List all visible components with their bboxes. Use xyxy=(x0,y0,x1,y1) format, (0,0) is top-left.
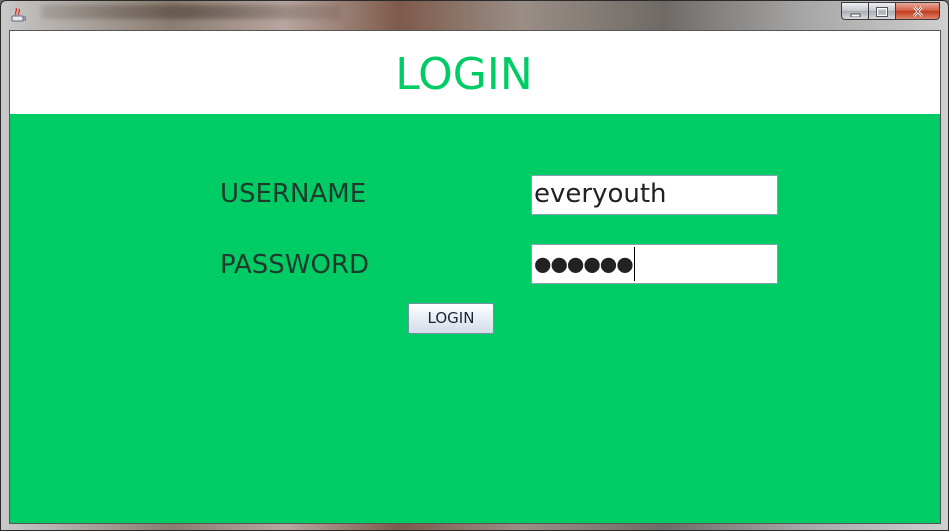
window-controls xyxy=(841,2,940,22)
password-field[interactable]: ●●●●●● xyxy=(531,244,778,284)
login-button[interactable]: LOGIN xyxy=(408,303,494,334)
app-window: LOGIN USERNAME everyouth PASSWORD ●●●●●●… xyxy=(0,0,949,531)
minimize-icon xyxy=(850,2,861,21)
page-title: LOGIN xyxy=(395,49,533,100)
login-panel: LOGIN USERNAME everyouth PASSWORD ●●●●●●… xyxy=(9,30,941,524)
titlebar-background xyxy=(41,5,341,19)
close-button[interactable] xyxy=(895,2,940,20)
minimize-button[interactable] xyxy=(841,2,868,20)
window-titlebar[interactable] xyxy=(1,1,948,30)
maximize-icon xyxy=(876,2,888,21)
java-icon xyxy=(10,7,27,23)
maximize-button[interactable] xyxy=(868,2,895,20)
username-value: everyouth xyxy=(534,179,667,209)
username-field[interactable]: everyouth xyxy=(531,175,778,215)
username-label: USERNAME xyxy=(220,179,367,209)
header-bar: LOGIN xyxy=(10,31,940,114)
password-masked-value: ●●●●●● xyxy=(534,251,634,276)
password-label: PASSWORD xyxy=(220,250,370,280)
text-caret xyxy=(633,246,635,281)
close-icon xyxy=(912,2,924,21)
